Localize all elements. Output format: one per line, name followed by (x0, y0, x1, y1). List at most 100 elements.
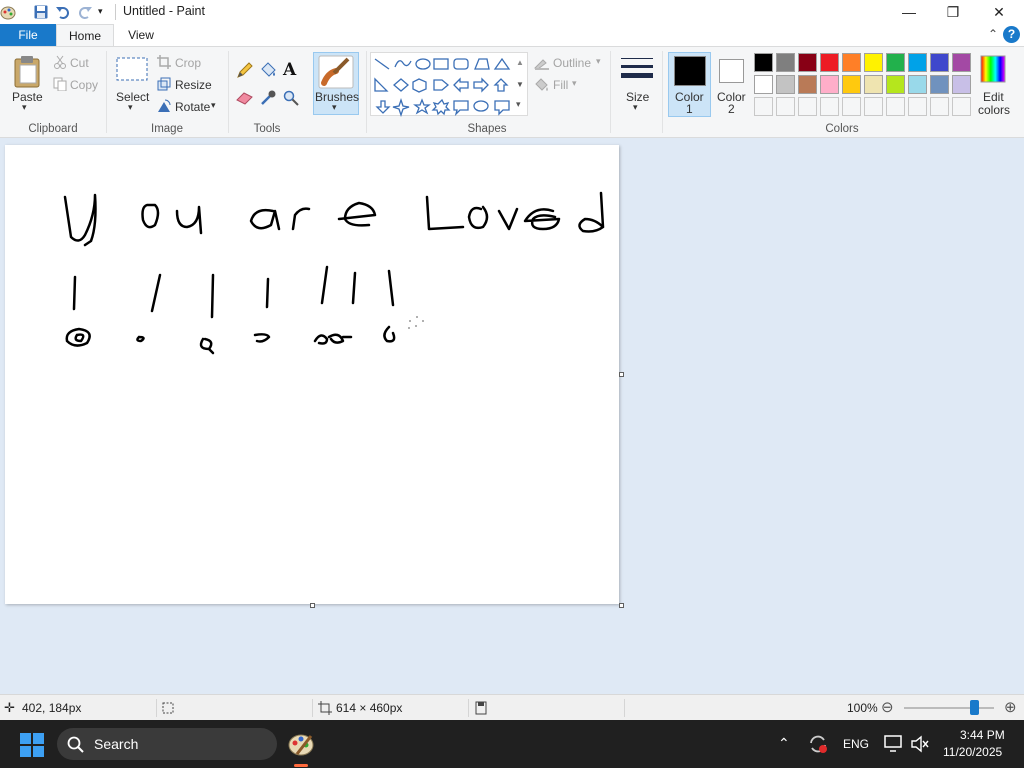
size-dropdown-icon[interactable]: ▾ (633, 102, 638, 113)
drawing-canvas[interactable] (5, 145, 619, 604)
paint-taskbar-icon[interactable] (287, 730, 315, 761)
close-button[interactable]: ✕ (976, 0, 1022, 24)
show-hidden-icons-chevron-icon[interactable]: ⌃ (778, 735, 790, 752)
palette-swatch[interactable] (952, 53, 971, 72)
palette-swatch[interactable] (886, 53, 905, 72)
shapes-gallery-icons[interactable] (371, 53, 529, 118)
cut-button[interactable]: Cut (70, 56, 89, 70)
help-button[interactable]: ? (1003, 26, 1020, 43)
custom-color-slot[interactable] (820, 97, 839, 116)
custom-color-slot[interactable] (754, 97, 773, 116)
undo-icon[interactable] (55, 4, 71, 20)
palette-swatch[interactable] (952, 75, 971, 94)
taskbar-search-box[interactable]: Search (57, 728, 277, 760)
custom-color-slot[interactable] (930, 97, 949, 116)
clock-date[interactable]: 11/20/2025 (943, 745, 1002, 759)
palette-swatch[interactable] (908, 53, 927, 72)
palette-swatch[interactable] (864, 75, 883, 94)
customize-quick-access-icon[interactable]: ▾ (98, 6, 114, 22)
tab-file[interactable]: File (0, 24, 56, 46)
shapes-scroll-down-icon[interactable]: ▼ (516, 80, 524, 89)
palette-swatch[interactable] (842, 53, 861, 72)
rotate-button[interactable]: Rotate (175, 100, 210, 114)
workspace[interactable] (0, 139, 1024, 694)
outline-dropdown-icon[interactable]: ▾ (596, 56, 601, 67)
windows-start-icon[interactable] (20, 733, 44, 760)
clock-time[interactable]: 3:44 PM (960, 728, 1005, 742)
color1-number[interactable]: 1 (686, 102, 693, 116)
volume-muted-icon[interactable] (910, 735, 930, 756)
custom-color-slot[interactable] (952, 97, 971, 116)
palette-swatch[interactable] (754, 75, 773, 94)
rotate-dropdown-icon[interactable]: ▾ (211, 100, 216, 111)
fill-dropdown-icon[interactable]: ▾ (572, 78, 577, 89)
palette-swatch[interactable] (864, 53, 883, 72)
sync-icon[interactable] (808, 734, 828, 757)
custom-color-slot[interactable] (842, 97, 861, 116)
tab-home[interactable]: Home (56, 24, 114, 46)
brushes-label[interactable]: Brushes (315, 90, 359, 104)
paste-label[interactable]: Paste (12, 90, 43, 104)
palette-swatch[interactable] (798, 75, 817, 94)
resize-button[interactable]: Resize (175, 78, 212, 92)
resize-handle-right[interactable] (619, 372, 624, 377)
palette-swatch[interactable] (886, 75, 905, 94)
palette-swatch[interactable] (930, 75, 949, 94)
custom-color-slot[interactable] (776, 97, 795, 116)
language-indicator[interactable]: ENG (843, 737, 869, 751)
shapes-scroll-up-icon[interactable]: ▲ (516, 58, 524, 67)
fill-button[interactable]: Fill (553, 78, 568, 92)
display-icon[interactable] (884, 735, 904, 756)
palette-swatch[interactable] (776, 53, 795, 72)
paste-dropdown-icon[interactable]: ▾ (22, 102, 27, 113)
redo-icon[interactable] (77, 4, 93, 20)
palette-swatch[interactable] (820, 75, 839, 94)
brushes-icon[interactable] (318, 55, 354, 92)
palette-swatch[interactable] (930, 53, 949, 72)
resize-handle-bottom[interactable] (310, 603, 315, 608)
custom-color-slot[interactable] (908, 97, 927, 116)
color1-swatch[interactable] (674, 56, 706, 86)
collapse-ribbon-icon[interactable]: ⌃ (988, 27, 998, 41)
palette-swatch[interactable] (908, 75, 927, 94)
minimize-button[interactable]: — (886, 0, 932, 24)
rainbow-color-icon[interactable] (980, 55, 1006, 86)
maximize-button[interactable]: ❐ (930, 0, 976, 24)
palette-swatch[interactable] (776, 75, 795, 94)
copy-button[interactable]: Copy (70, 78, 98, 92)
select-dropdown-icon[interactable]: ▾ (128, 102, 133, 113)
custom-color-slot[interactable] (864, 97, 883, 116)
shapes-more-icon[interactable]: ▾ (516, 99, 521, 110)
edit-colors-label[interactable]: Edit (983, 90, 1004, 104)
zoom-in-button[interactable]: ⊕ (1004, 698, 1017, 716)
select-icon[interactable] (116, 57, 148, 86)
size-icon[interactable] (620, 55, 654, 88)
edit-colors-label-2[interactable]: colors (978, 103, 1010, 117)
custom-color-slot[interactable] (886, 97, 905, 116)
palette-swatch[interactable] (820, 53, 839, 72)
zoom-out-button[interactable]: ⊖ (881, 698, 894, 716)
brushes-dropdown-icon[interactable]: ▾ (332, 102, 337, 113)
magnifier-icon[interactable] (283, 90, 299, 109)
paste-icon[interactable] (12, 54, 42, 91)
zoom-slider-track[interactable] (904, 707, 994, 709)
palette-swatch[interactable] (798, 53, 817, 72)
text-tool-icon[interactable]: A (283, 60, 296, 80)
outline-button[interactable]: Outline (553, 56, 591, 70)
tab-view[interactable]: View (114, 24, 168, 46)
crop-button[interactable]: Crop (175, 56, 201, 70)
eraser-icon[interactable] (236, 91, 254, 108)
save-icon[interactable] (33, 4, 49, 20)
color2-swatch[interactable] (719, 59, 744, 83)
canvas-drawing[interactable] (5, 145, 619, 604)
color-picker-icon[interactable] (260, 89, 277, 109)
color2-number[interactable]: 2 (728, 102, 735, 116)
palette-swatch[interactable] (754, 53, 773, 72)
pencil-icon[interactable] (236, 62, 253, 82)
custom-color-slot[interactable] (798, 97, 817, 116)
resize-handle-corner[interactable] (619, 603, 624, 608)
zoom-slider-thumb[interactable] (970, 700, 980, 715)
shapes-gallery[interactable] (370, 52, 529, 118)
fill-bucket-icon[interactable] (259, 62, 277, 82)
palette-swatch[interactable] (842, 75, 861, 94)
